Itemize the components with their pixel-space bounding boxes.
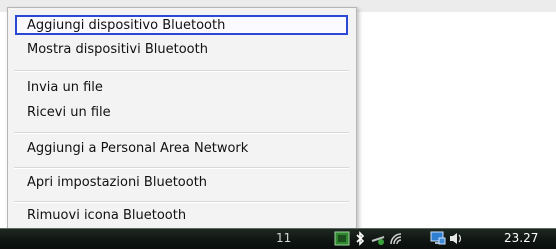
menu-item-label: Ricevi un file bbox=[27, 105, 111, 120]
menu-item-label: Mostra dispositivi Bluetooth bbox=[27, 42, 208, 57]
app-icon[interactable] bbox=[334, 231, 350, 246]
bluetooth-icon[interactable] bbox=[352, 231, 368, 246]
menu-separator bbox=[14, 201, 349, 203]
menu-item-remove-bluetooth-icon[interactable]: Rimuovi icona Bluetooth bbox=[15, 206, 348, 226]
clock[interactable]: 23.27 bbox=[504, 231, 538, 245]
menu-separator bbox=[14, 132, 349, 134]
menu-item-open-bluetooth-settings[interactable]: Apri impostazioni Bluetooth bbox=[15, 173, 348, 193]
taskbar-partial-text: 11 bbox=[276, 231, 292, 245]
volume-icon[interactable] bbox=[448, 231, 464, 246]
monitor-icon[interactable] bbox=[430, 231, 446, 246]
menu-item-send-file[interactable]: Invia un file bbox=[15, 78, 348, 98]
menu-item-label: Invia un file bbox=[27, 80, 103, 95]
menu-item-add-bluetooth-device[interactable]: Aggiungi dispositivo Bluetooth bbox=[15, 15, 348, 35]
menu-item-add-personal-area-network[interactable]: Aggiungi a Personal Area Network bbox=[15, 139, 348, 159]
wifi-signal-icon[interactable] bbox=[388, 231, 404, 246]
menu-item-show-bluetooth-devices[interactable]: Mostra dispositivi Bluetooth bbox=[15, 40, 348, 60]
menu-item-label: Aggiungi dispositivo Bluetooth bbox=[27, 18, 226, 33]
menu-item-label: Rimuovi icona Bluetooth bbox=[27, 208, 187, 223]
menu-item-label: Aggiungi a Personal Area Network bbox=[27, 141, 249, 156]
menu-separator bbox=[14, 167, 349, 169]
menu-item-receive-file[interactable]: Ricevi un file bbox=[15, 103, 348, 123]
network-icon[interactable] bbox=[370, 231, 386, 246]
bluetooth-context-menu: Aggiungi dispositivo Bluetooth Mostra di… bbox=[7, 7, 357, 231]
menu-separator bbox=[14, 70, 349, 72]
menu-item-label: Apri impostazioni Bluetooth bbox=[27, 175, 208, 190]
